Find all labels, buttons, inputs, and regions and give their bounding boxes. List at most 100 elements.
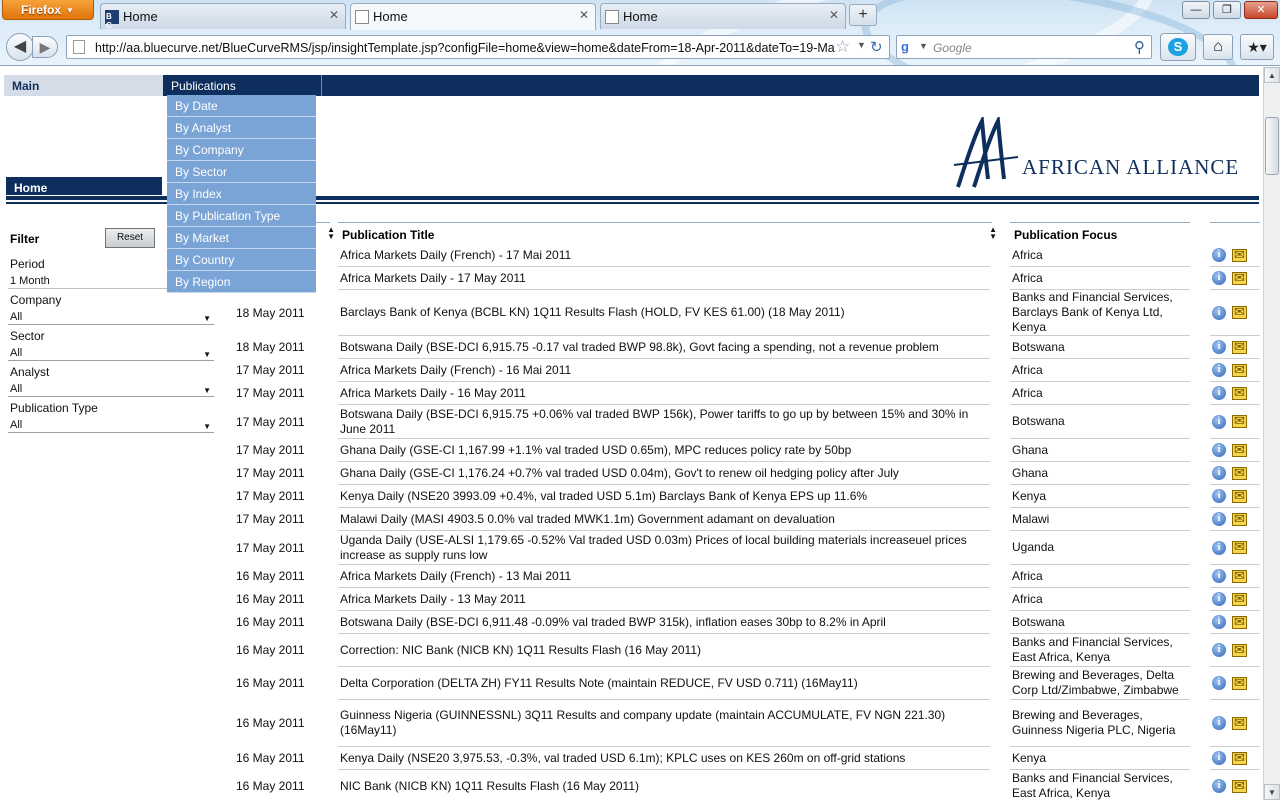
email-icon[interactable] [1232, 642, 1247, 658]
email-icon[interactable] [1232, 715, 1247, 731]
new-tab-button[interactable]: + [849, 4, 877, 26]
email-icon[interactable] [1232, 675, 1247, 691]
email-icon[interactable] [1232, 614, 1247, 630]
publication-title-link[interactable]: Kenya Daily (NSE20 3993.09 +0.4%, val tr… [338, 485, 990, 508]
info-icon[interactable]: i [1212, 363, 1226, 377]
publication-title-link[interactable]: Africa Markets Daily - 16 May 2011 [338, 382, 990, 405]
email-icon[interactable] [1232, 442, 1247, 458]
publication-type-select[interactable]: All ▼ [8, 417, 214, 433]
menu-item-by-region[interactable]: By Region [167, 271, 316, 293]
publication-title-link[interactable]: Botswana Daily (BSE-DCI 6,915.75 -0.17 v… [338, 336, 990, 359]
sort-icon[interactable]: ▲ ▼ [989, 226, 997, 241]
menu-item-by-sector[interactable]: By Sector [167, 161, 316, 183]
nav-publications[interactable]: Publications [163, 75, 322, 96]
publication-title-link[interactable]: NIC Bank (NICB KN) 1Q11 Results Flash (1… [338, 770, 990, 800]
publication-title-link[interactable]: Delta Corporation (DELTA ZH) FY11 Result… [338, 667, 990, 700]
google-icon[interactable]: g [901, 39, 919, 55]
info-icon[interactable]: i [1212, 386, 1226, 400]
home-button[interactable]: ⌂ [1203, 34, 1233, 60]
info-icon[interactable]: i [1212, 592, 1226, 606]
search-bar[interactable]: g ▼ Google ⚲ [896, 35, 1152, 59]
scroll-up-icon[interactable]: ▲ [1264, 67, 1280, 83]
menu-item-by-company[interactable]: By Company [167, 139, 316, 161]
skype-button[interactable]: S [1160, 33, 1196, 61]
email-icon[interactable] [1232, 339, 1247, 355]
email-icon[interactable] [1232, 362, 1247, 378]
email-icon[interactable] [1232, 304, 1247, 320]
info-icon[interactable]: i [1212, 676, 1226, 690]
menu-item-by-market[interactable]: By Market [167, 227, 316, 249]
publication-title-link[interactable]: Ghana Daily (GSE-CI 1,176.24 +0.7% val t… [338, 462, 990, 485]
reload-icon[interactable]: ↻ [870, 38, 883, 56]
analyst-select[interactable]: All ▼ [8, 381, 214, 397]
email-icon[interactable] [1232, 750, 1247, 766]
minimize-button[interactable]: — [1182, 1, 1210, 19]
email-icon[interactable] [1232, 270, 1247, 286]
publication-title-link[interactable]: Correction: NIC Bank (NICB KN) 1Q11 Resu… [338, 634, 990, 667]
column-header-focus[interactable]: Publication Focus [1010, 222, 1190, 244]
publication-title-link[interactable]: Uganda Daily (USE-ALSI 1,179.65 -0.52% V… [338, 531, 990, 565]
menu-item-by-date[interactable]: By Date [167, 95, 316, 117]
info-icon[interactable]: i [1212, 569, 1226, 583]
menu-item-by-country[interactable]: By Country [167, 249, 316, 271]
email-icon[interactable] [1232, 591, 1247, 607]
browser-tab-1[interactable]: B C Home ✕ [100, 3, 346, 30]
email-icon[interactable] [1232, 488, 1247, 504]
menu-item-by-publication-type[interactable]: By Publication Type [167, 205, 316, 227]
search-icon[interactable]: ⚲ [1134, 38, 1145, 56]
menu-item-by-analyst[interactable]: By Analyst [167, 117, 316, 139]
info-icon[interactable]: i [1212, 716, 1226, 730]
publication-title-link[interactable]: Barclays Bank of Kenya (BCBL KN) 1Q11 Re… [338, 290, 990, 336]
publication-title-link[interactable]: Africa Markets Daily - 13 May 2011 [338, 588, 990, 611]
publication-title-link[interactable]: Botswana Daily (BSE-DCI 6,915.75 +0.06% … [338, 405, 990, 439]
forward-button[interactable]: ▶ [32, 36, 58, 58]
firefox-menu-button[interactable]: Firefox ▼ [2, 0, 94, 20]
publication-title-link[interactable]: Africa Markets Daily (French) - 16 Mai 2… [338, 359, 990, 382]
scrollbar-thumb[interactable] [1265, 117, 1279, 175]
email-icon[interactable] [1232, 413, 1247, 429]
address-bar[interactable]: http://aa.bluecurve.net/BlueCurveRMS/jsp… [66, 35, 890, 59]
email-icon[interactable] [1232, 778, 1247, 794]
info-icon[interactable]: i [1212, 443, 1226, 457]
email-icon[interactable] [1232, 511, 1247, 527]
search-placeholder[interactable]: Google [933, 41, 972, 55]
close-tab-icon[interactable]: ✕ [829, 8, 839, 22]
info-icon[interactable]: i [1212, 305, 1226, 320]
vertical-scrollbar[interactable]: ▲ ▼ [1263, 67, 1280, 800]
info-icon[interactable]: i [1212, 271, 1226, 285]
email-icon[interactable] [1232, 539, 1247, 555]
reset-button[interactable]: Reset [105, 228, 155, 248]
maximize-button[interactable]: ❐ [1213, 1, 1241, 19]
history-dropdown-icon[interactable]: ▼ [857, 40, 866, 50]
info-icon[interactable]: i [1212, 779, 1226, 793]
info-icon[interactable]: i [1212, 540, 1226, 555]
address-url[interactable]: http://aa.bluecurve.net/BlueCurveRMS/jsp… [95, 41, 835, 55]
publication-title-link[interactable]: Kenya Daily (NSE20 3,975.53, -0.3%, val … [338, 747, 990, 770]
publication-title-link[interactable]: Africa Markets Daily - 17 May 2011 [338, 267, 990, 290]
search-engine-dropdown-icon[interactable]: ▼ [919, 41, 928, 51]
publication-title-link[interactable]: Africa Markets Daily (French) - 13 Mai 2… [338, 565, 990, 588]
email-icon[interactable] [1232, 568, 1247, 584]
sort-icon[interactable]: ▲ ▼ [327, 226, 335, 241]
info-icon[interactable]: i [1212, 751, 1226, 765]
close-tab-icon[interactable]: ✕ [329, 8, 339, 22]
browser-tab-2[interactable]: Home ✕ [350, 3, 596, 30]
info-icon[interactable]: i [1212, 512, 1226, 526]
info-icon[interactable]: i [1212, 414, 1226, 429]
sector-select[interactable]: All ▼ [8, 345, 214, 361]
publication-title-link[interactable]: Guinness Nigeria (GUINNESSNL) 3Q11 Resul… [338, 700, 990, 747]
email-icon[interactable] [1232, 385, 1247, 401]
email-icon[interactable] [1232, 247, 1247, 263]
menu-item-by-index[interactable]: By Index [167, 183, 316, 205]
scroll-down-icon[interactable]: ▼ [1264, 784, 1280, 800]
publication-title-link[interactable]: Botswana Daily (BSE-DCI 6,911.48 -0.09% … [338, 611, 990, 634]
browser-tab-3[interactable]: Home ✕ [600, 3, 846, 29]
company-select[interactable]: All ▼ [8, 309, 214, 325]
bookmarks-button[interactable]: ★▾ [1240, 34, 1274, 60]
close-window-button[interactable]: ✕ [1244, 1, 1278, 19]
close-tab-icon[interactable]: ✕ [579, 8, 589, 22]
publication-title-link[interactable]: Malawi Daily (MASI 4903.5 0.0% val trade… [338, 508, 990, 531]
bookmark-star-icon[interactable]: ☆ [835, 37, 850, 57]
info-icon[interactable]: i [1212, 248, 1226, 262]
info-icon[interactable]: i [1212, 615, 1226, 629]
